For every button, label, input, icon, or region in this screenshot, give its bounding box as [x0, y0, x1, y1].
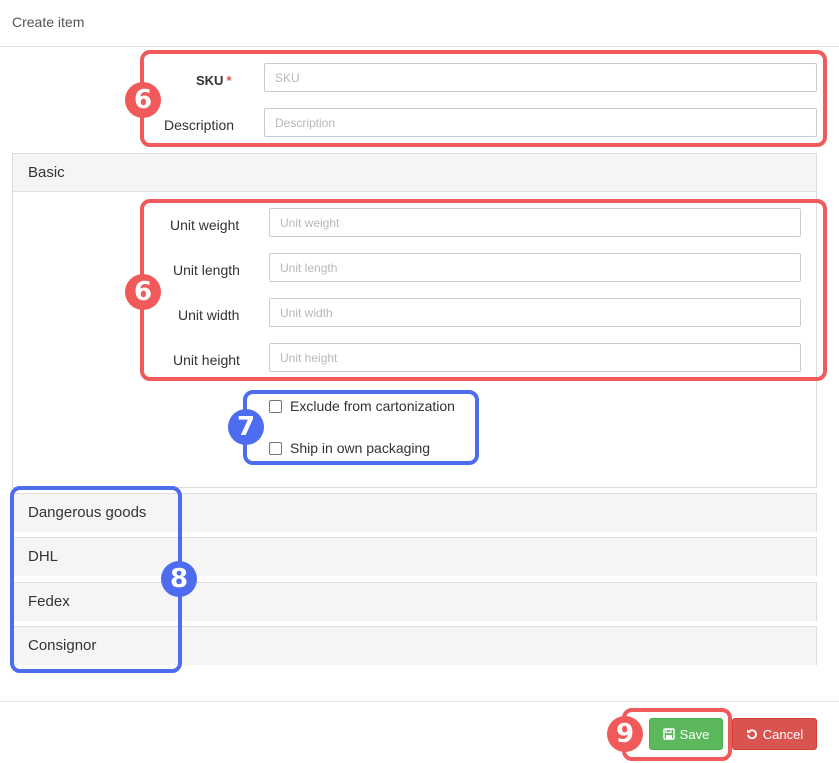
unit-width-label: Unit width: [178, 307, 240, 323]
cancel-label: Cancel: [762, 726, 804, 742]
annotation-badge-7: 7: [228, 409, 264, 445]
cancel-button[interactable]: Cancel: [732, 718, 817, 750]
unit-weight-label: Unit weight: [170, 217, 240, 233]
consignor-heading[interactable]: Consignor: [13, 627, 816, 665]
basic-panel-heading[interactable]: Basic: [13, 154, 816, 192]
panel-dangerous-goods: Dangerous goods: [12, 493, 817, 532]
annotation-badge-6-top: 6: [125, 82, 161, 118]
floppy-disk-icon: [662, 728, 675, 740]
exclude-cartonization-row[interactable]: Exclude from cartonization: [269, 398, 455, 414]
fedex-heading[interactable]: Fedex: [13, 583, 816, 621]
modal-title: Create item: [12, 14, 85, 30]
ship-own-packaging-row[interactable]: Ship in own packaging: [269, 440, 430, 456]
description-input[interactable]: [264, 108, 817, 137]
annotation-badge-9: 9: [607, 716, 643, 752]
panel-consignor: Consignor: [12, 626, 817, 665]
undo-icon: [746, 728, 758, 740]
annotation-badge-6-basic: 6: [125, 274, 161, 310]
panel-dhl: DHL: [12, 537, 817, 576]
modal-header: Create item: [0, 0, 839, 47]
required-mark: *: [226, 73, 232, 88]
panel-fedex: Fedex: [12, 582, 817, 621]
dangerous-goods-heading[interactable]: Dangerous goods: [13, 494, 816, 532]
save-button[interactable]: Save: [649, 718, 723, 750]
exclude-cartonization-label: Exclude from cartonization: [290, 398, 455, 414]
footer-divider: [0, 701, 839, 702]
sku-input[interactable]: [264, 63, 817, 92]
exclude-cartonization-checkbox[interactable]: [269, 399, 282, 413]
ship-own-packaging-checkbox[interactable]: [269, 441, 282, 455]
unit-width-input[interactable]: [269, 298, 801, 327]
dhl-heading[interactable]: DHL: [13, 538, 816, 576]
unit-height-label: Unit height: [173, 352, 240, 368]
sku-label: SKU *: [196, 73, 232, 88]
annotation-badge-8: 8: [161, 561, 197, 597]
ship-own-packaging-label: Ship in own packaging: [290, 440, 431, 456]
unit-length-input[interactable]: [269, 253, 801, 282]
save-label: Save: [679, 726, 710, 742]
unit-length-label: Unit length: [173, 262, 240, 278]
unit-height-input[interactable]: [269, 343, 801, 372]
unit-weight-input[interactable]: [269, 208, 801, 237]
description-label: Description: [164, 117, 235, 133]
